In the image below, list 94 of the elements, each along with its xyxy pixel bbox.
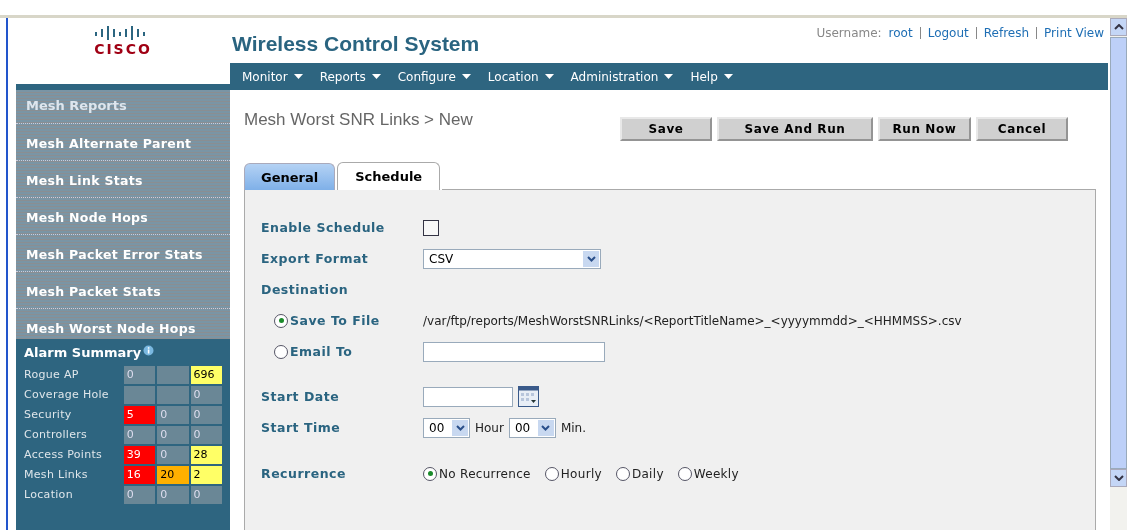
radio-label[interactable]: Hourly (560, 466, 602, 481)
alarm-label[interactable]: Rogue AP (24, 366, 122, 384)
field-label: Destination (261, 282, 350, 297)
alarm-count[interactable]: 16 (123, 466, 156, 484)
alarm-count[interactable]: 20 (157, 466, 189, 484)
chevron-down-icon (586, 255, 596, 262)
hour-unit: Hour (475, 420, 504, 435)
caret-icon (664, 74, 674, 79)
action-button[interactable]: Save And Run (717, 117, 873, 141)
alarm-count[interactable]: 5 (123, 406, 156, 424)
hour-dropdown[interactable]: 00 (423, 417, 470, 438)
header-link[interactable]: Refresh (983, 26, 1030, 40)
alarm-label[interactable]: Location (24, 486, 122, 504)
alarm-count[interactable]: 0 (123, 486, 156, 504)
radio-button[interactable] (615, 466, 630, 481)
alarm-count[interactable]: 0 (190, 486, 222, 504)
radio-button[interactable] (274, 313, 288, 328)
radio-label[interactable]: Save To File (290, 313, 380, 328)
alarm-count[interactable]: 0 (190, 426, 222, 444)
menu-item[interactable]: Configure (397, 69, 471, 84)
alarm-count[interactable]: 0 (157, 446, 189, 464)
caret-icon (461, 74, 471, 79)
scrollbar[interactable] (1110, 18, 1127, 530)
action-button[interactable]: Save (620, 117, 712, 141)
action-button[interactable]: Run Now (878, 117, 971, 141)
radio-label[interactable]: No Recurrence (439, 466, 531, 481)
calendar-icon[interactable] (518, 386, 539, 407)
alarm-label[interactable]: Controllers (24, 426, 122, 444)
alarm-label[interactable]: Coverage Hole (24, 386, 122, 404)
action-button[interactable]: Cancel (976, 117, 1068, 141)
chevron-down-icon (455, 424, 465, 431)
tab[interactable]: General (244, 163, 336, 190)
username-label: Username: (816, 26, 882, 40)
header-link[interactable]: Print View (1044, 26, 1104, 40)
start-date-field[interactable] (423, 386, 513, 407)
alarm-count[interactable]: 0 (157, 406, 189, 424)
alarm-count[interactable]: 0 (123, 426, 156, 444)
file-path: /var/ftp/reports/MeshWorstSNRLinks/<ReportTitleName>_<yyyymmdd>_<HHMMSS>.csv (423, 313, 962, 328)
alarm-count[interactable]: 2 (190, 466, 222, 484)
app-title: Wireless Control System (232, 32, 480, 56)
alarm-label[interactable]: Security (24, 406, 122, 424)
alarm-count[interactable]: 28 (190, 446, 222, 464)
caret-icon (544, 74, 554, 79)
sidebar-item[interactable]: Mesh Node Hops (16, 198, 230, 235)
field-label: Enable Schedule (261, 220, 386, 235)
alarm-count[interactable]: 0 (157, 426, 189, 444)
radio-button[interactable] (544, 466, 559, 481)
field-label: Start Date (261, 389, 341, 404)
alarm-count[interactable]: 0 (157, 486, 189, 504)
alarm-summary-title: Alarm Summary (24, 345, 142, 360)
field-label: Export Format (261, 251, 370, 266)
scroll-up-icon[interactable] (1113, 24, 1124, 30)
header-link[interactable]: Logout (927, 26, 969, 40)
field-label: Start Time (261, 420, 342, 435)
email-field[interactable] (423, 341, 605, 362)
radio-label[interactable]: Daily (631, 466, 664, 481)
sidebar-item[interactable]: Mesh Packet Error Stats (16, 235, 230, 272)
sidebar-item[interactable]: Mesh Packet Stats (16, 272, 230, 309)
sidebar-item[interactable]: Mesh Alternate Parent (16, 124, 230, 161)
info-icon[interactable] (143, 345, 155, 357)
caret-icon (723, 74, 733, 79)
menu-item[interactable]: Administration (570, 69, 674, 84)
radio-button[interactable] (274, 344, 288, 359)
alarm-count[interactable]: 0 (190, 406, 222, 424)
enable-schedule-checkbox[interactable] (423, 219, 439, 236)
chevron-down-icon (541, 424, 551, 431)
caret-icon (293, 74, 303, 79)
radio-label[interactable]: Email To (290, 344, 353, 359)
minute-unit: Min. (560, 420, 586, 435)
page-title: Mesh Worst SNR Links > New (244, 110, 474, 130)
alarm-label[interactable]: Access Points (24, 446, 122, 464)
sidebar-heading: Mesh Reports (16, 90, 230, 124)
radio-button[interactable] (423, 466, 437, 481)
username-link[interactable]: root (888, 26, 913, 40)
sidebar-item[interactable]: Mesh Link Stats (16, 161, 230, 198)
radio-button[interactable] (677, 466, 692, 481)
export-format-dropdown[interactable]: CSV (423, 248, 601, 269)
alarm-count[interactable]: 0 (123, 366, 156, 384)
minute-dropdown[interactable]: 00 (508, 417, 556, 438)
menu-item[interactable]: Help (690, 69, 733, 84)
alarm-count[interactable]: 39 (123, 446, 156, 464)
radio-label[interactable]: Weekly (693, 466, 739, 481)
sidebar-item[interactable]: Mesh Worst Node Hops (16, 309, 230, 339)
scroll-down-icon[interactable] (1113, 475, 1124, 481)
cisco-logo: CISCO (94, 41, 152, 56)
menu-item[interactable]: Reports (319, 69, 381, 84)
caret-icon (371, 74, 381, 79)
alarm-count[interactable]: 0 (190, 386, 222, 404)
alarm-count[interactable]: 696 (190, 366, 222, 384)
menu-item[interactable]: Location (487, 69, 554, 84)
alarm-label[interactable]: Mesh Links (24, 466, 122, 484)
field-label: Recurrence (261, 466, 347, 481)
tab[interactable]: Schedule (337, 162, 441, 190)
menu-item[interactable]: Monitor (242, 69, 303, 84)
